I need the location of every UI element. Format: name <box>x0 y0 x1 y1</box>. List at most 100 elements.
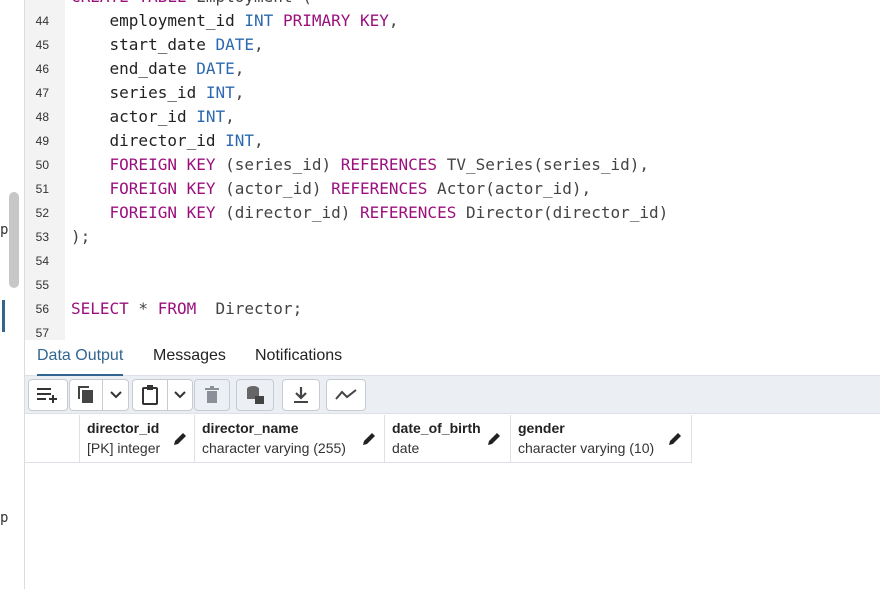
add-row-icon <box>37 388 57 403</box>
sql-text: director_id <box>71 131 226 150</box>
sql-keyword: REFERENCES <box>331 179 428 198</box>
tab-data-output[interactable]: Data Output <box>37 346 124 376</box>
column-name: gender <box>518 420 565 436</box>
sql-text: employment_id <box>71 11 245 30</box>
tab-messages[interactable]: Messages <box>153 346 226 376</box>
code-line: 54 <box>25 249 880 273</box>
sql-text: Director(director_id) <box>456 203 669 222</box>
pencil-icon[interactable] <box>486 431 502 447</box>
code-text: director_id INT, <box>71 129 264 153</box>
code-text: CREATE TABLE Employment ( <box>71 0 312 9</box>
sql-text: end_date <box>71 59 197 78</box>
line-number: 44 <box>35 14 49 28</box>
copy-options-button[interactable] <box>102 379 129 411</box>
column-header-director-name[interactable]: director_name character varying (255) <box>195 415 385 463</box>
pencil-icon[interactable] <box>667 431 683 447</box>
paste-icon <box>142 385 158 405</box>
code-line: 49 director_id INT, <box>25 129 880 153</box>
code-text: SELECT * FROM Director; <box>71 297 302 321</box>
delete-button[interactable] <box>194 379 230 411</box>
column-header-director-id[interactable]: director_id [PK] integer <box>79 415 195 463</box>
sql-keyword: FROM <box>157 299 197 318</box>
results-tab-bar: Data Output Messages Notifications <box>25 340 880 376</box>
left-scrollbar[interactable] <box>9 192 19 288</box>
sql-text: TV_Series(series_id), <box>437 155 649 174</box>
add-row-button[interactable] <box>28 379 68 411</box>
copy-button[interactable] <box>69 379 103 411</box>
sql-text: , <box>388 11 399 30</box>
code-line: 53); <box>25 225 880 249</box>
sql-keyword: REFERENCES <box>360 203 457 222</box>
pencil-icon[interactable] <box>172 431 188 447</box>
line-number: 54 <box>35 254 49 268</box>
download-button[interactable] <box>282 379 320 411</box>
sql-keyword: PRIMARY KEY <box>282 11 389 30</box>
line-number: 49 <box>35 134 49 148</box>
sql-type: INT <box>244 11 274 30</box>
line-number: 51 <box>35 182 49 196</box>
code-text: actor_id INT, <box>71 105 235 129</box>
sql-keyword: SELECT <box>71 299 129 318</box>
code-text: FOREIGN KEY (director_id) REFERENCES Dir… <box>71 201 669 225</box>
chevron-down-icon <box>174 391 186 399</box>
code-line: 51 FOREIGN KEY (actor_id) REFERENCES Act… <box>25 177 880 201</box>
paste-options-button[interactable] <box>167 379 193 411</box>
code-text: FOREIGN KEY (actor_id) REFERENCES Actor(… <box>71 177 592 201</box>
code-text: ); <box>71 225 90 249</box>
sql-type: INT <box>225 131 255 150</box>
save-data-button[interactable] <box>236 379 274 411</box>
sql-text: , <box>234 59 245 78</box>
sql-text: * <box>128 299 158 318</box>
sql-text: start_date <box>71 35 216 54</box>
code-line: 56 SELECT * FROM Director; <box>25 297 880 321</box>
sql-text: Employment ( <box>187 0 312 6</box>
graph-visualiser-button[interactable] <box>326 379 366 411</box>
column-header-date-of-birth[interactable]: date_of_birth date <box>385 415 511 463</box>
sql-type: DATE <box>196 59 235 78</box>
sql-text: series_id <box>71 83 206 102</box>
line-number: 47 <box>35 86 49 100</box>
sql-keyword: REFERENCES <box>340 155 438 174</box>
code-line: 52 FOREIGN KEY (director_id) REFERENCES … <box>25 201 880 225</box>
sql-editor[interactable]: CREATE TABLE Employment (44 employment_i… <box>25 0 880 340</box>
left-panel-strip: p p <box>0 0 25 589</box>
code-line: 47 series_id INT, <box>25 81 880 105</box>
column-type: character varying (10) <box>518 440 655 456</box>
code-line: 44 employment_id INT PRIMARY KEY, <box>25 9 880 33</box>
sql-text: , <box>254 35 264 54</box>
column-name: director_id <box>87 420 160 436</box>
sql-text: , <box>225 107 235 126</box>
copy-icon <box>78 386 93 403</box>
line-number: 48 <box>35 110 49 124</box>
code-line: 48 actor_id INT, <box>25 105 880 129</box>
delete-icon <box>205 386 219 403</box>
column-name: date_of_birth <box>392 420 481 436</box>
line-number: 55 <box>35 278 49 292</box>
line-number: 45 <box>35 38 49 52</box>
graph-icon <box>335 389 357 400</box>
left-clipped-text: p <box>0 222 9 238</box>
line-number: 50 <box>35 158 49 172</box>
code-text: employment_id INT PRIMARY KEY, <box>71 9 399 33</box>
paste-button[interactable] <box>132 379 168 411</box>
line-number: 57 <box>35 326 49 340</box>
code-line: 57 <box>25 321 880 340</box>
sql-text: (actor_id) <box>215 179 332 198</box>
column-header-gender[interactable]: gender character varying (10) <box>511 415 692 463</box>
column-type: [PK] integer <box>87 440 161 456</box>
row-number-header <box>25 415 80 463</box>
left-clipped-text: p <box>0 510 9 526</box>
pencil-icon[interactable] <box>361 431 377 447</box>
code-text: FOREIGN KEY (series_id) REFERENCES TV_Se… <box>71 153 649 177</box>
code-line: 45 start_date DATE, <box>25 33 880 57</box>
sql-keyword: CREATE TABLE <box>71 0 187 6</box>
line-number: 52 <box>35 206 49 220</box>
line-number: 46 <box>35 62 49 76</box>
sql-type: INT <box>205 83 235 102</box>
sql-text: , <box>234 83 245 102</box>
tab-notifications[interactable]: Notifications <box>255 346 342 376</box>
